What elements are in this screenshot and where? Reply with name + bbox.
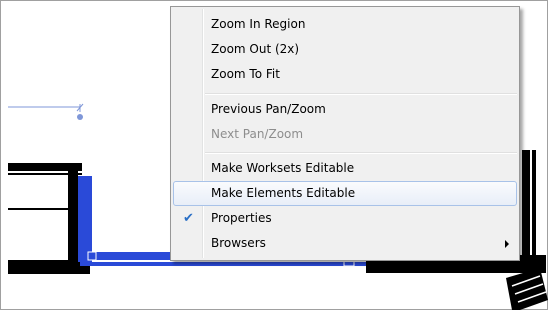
menu-item-label: Browsers [211,236,266,250]
menu-separator [205,152,517,154]
menu-item-label: Zoom To Fit [211,67,280,81]
selected-element[interactable] [80,262,368,266]
menu-item-zoom-out[interactable]: Zoom Out (2x) [173,37,517,62]
menu-item-label: Next Pan/Zoom [211,127,304,141]
menu-separator [205,93,517,95]
menu-item-zoom-in-region[interactable]: Zoom In Region [173,12,517,37]
menu-item-browsers[interactable]: Browsers [173,231,517,256]
menu-item-label: Make Worksets Editable [211,161,355,175]
wall-segment [68,165,78,269]
menu-item-label: Properties [211,211,272,225]
menu-item-make-worksets-editable[interactable]: Make Worksets Editable [173,156,517,181]
wall-segment [522,150,530,258]
menu-item-next-pan-zoom: Next Pan/Zoom [173,122,517,147]
checkmark-icon: ✔ [183,211,194,226]
menu-item-properties[interactable]: ✔ Properties [173,206,517,231]
wall-segment [532,150,536,258]
submenu-arrow-icon [505,240,509,248]
menu-item-label: Zoom Out (2x) [211,42,300,56]
menu-item-label: Make Elements Editable [211,186,356,200]
menu-item-zoom-to-fit[interactable]: Zoom To Fit [173,62,517,87]
menu-item-label: Previous Pan/Zoom [211,102,326,116]
menu-item-previous-pan-zoom[interactable]: Previous Pan/Zoom [173,97,517,122]
selected-element[interactable] [78,176,92,262]
context-menu: Zoom In Region Zoom Out (2x) Zoom To Fit… [170,6,520,261]
menu-item-label: Zoom In Region [211,17,306,31]
reference-point [77,114,83,120]
menu-item-make-elements-editable[interactable]: Make Elements Editable [173,181,517,206]
